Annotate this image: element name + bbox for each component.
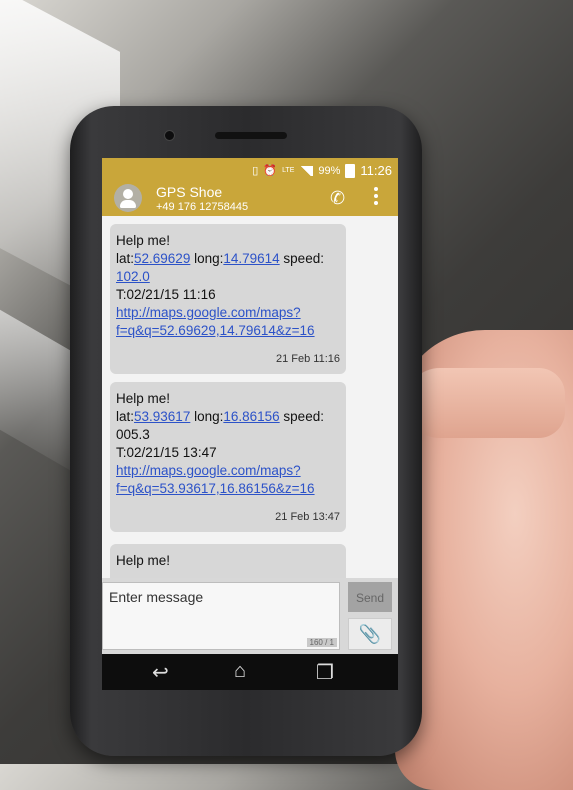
contact-avatar-icon[interactable]: [114, 184, 142, 212]
signal-icon: [299, 165, 314, 176]
character-counter: 160 / 1: [306, 638, 337, 647]
message-input[interactable]: Enter message 160 / 1: [102, 582, 340, 650]
longitude-link[interactable]: 14.79614: [223, 251, 279, 266]
message-timestamp: 21 Feb 13:47: [275, 511, 340, 523]
sim-icon: ▯: [252, 165, 259, 177]
contact-name: GPS Shoe: [156, 184, 223, 200]
status-time: 11:26: [360, 163, 392, 178]
earpiece-speaker: [215, 132, 287, 139]
message-line: lat:52.69629 long:14.79614 speed:: [116, 251, 324, 266]
recent-apps-icon[interactable]: ❐: [316, 660, 334, 685]
message-bubble[interactable]: Help me!: [110, 544, 346, 578]
send-button[interactable]: Send: [348, 582, 392, 612]
phone-screen: ▯ ⏰ LTE 99% 11:26 GPS Shoe +49 176 12758…: [102, 158, 398, 654]
maps-link[interactable]: http://maps.google.com/maps?: [116, 305, 301, 320]
longitude-link[interactable]: 16.86156: [223, 409, 279, 424]
message-line: f=q&q=52.69629,14.79614&z=16: [116, 322, 340, 340]
latitude-link[interactable]: 52.69629: [134, 251, 190, 266]
message-line: Help me!: [116, 553, 171, 568]
phone-icon[interactable]: ✆: [330, 188, 345, 209]
speed-link[interactable]: 102.0: [116, 269, 150, 284]
latitude-link[interactable]: 53.93617: [134, 409, 190, 424]
message-bubble[interactable]: Help me! lat:53.93617 long:16.86156 spee…: [110, 382, 346, 532]
maps-link-cont[interactable]: f=q&q=53.93617,16.86156&z=16: [116, 481, 315, 496]
message-line: T:02/21/15 13:47: [116, 445, 217, 460]
message-line: http://maps.google.com/maps?: [116, 304, 340, 322]
alarm-icon: ⏰: [263, 165, 278, 177]
message-line: 005.3: [116, 427, 150, 442]
battery-percent: 99%: [318, 164, 341, 177]
message-line: f=q&q=53.93617,16.86156&z=16: [116, 480, 340, 498]
contact-number: +49 176 12758445: [156, 201, 249, 213]
message-line: 102.0: [116, 268, 340, 286]
background-light: [0, 309, 70, 471]
thumb: [405, 368, 565, 438]
message-bubble[interactable]: Help me! lat:52.69629 long:14.79614 spee…: [110, 224, 346, 374]
message-line: Help me!: [116, 391, 171, 406]
paperclip-icon[interactable]: 📎: [348, 618, 392, 650]
maps-link[interactable]: http://maps.google.com/maps?: [116, 463, 301, 478]
network-type: LTE: [282, 167, 295, 174]
conversation-header: GPS Shoe +49 176 12758445 ✆: [102, 182, 398, 216]
front-camera: [164, 130, 175, 141]
message-input-placeholder: Enter message: [109, 589, 204, 605]
composer-bar: Enter message 160 / 1 Send 📎: [102, 578, 398, 654]
message-list[interactable]: Help me! lat:52.69629 long:14.79614 spee…: [102, 216, 398, 578]
message-line: T:02/21/15 11:16: [116, 287, 216, 302]
message-line: lat:53.93617 long:16.86156 speed:: [116, 409, 324, 424]
home-icon[interactable]: ⌂: [234, 660, 246, 683]
navigation-bar: ↩ ⌂ ❐: [102, 654, 398, 690]
message-line: Help me!: [116, 233, 171, 248]
overflow-menu-icon[interactable]: [374, 187, 378, 208]
message-line: http://maps.google.com/maps?: [116, 462, 340, 480]
back-icon[interactable]: ↩: [152, 660, 169, 685]
message-timestamp: 21 Feb 11:16: [275, 353, 340, 365]
maps-link-cont[interactable]: f=q&q=52.69629,14.79614&z=16: [116, 323, 315, 338]
status-bar: ▯ ⏰ LTE 99% 11:26: [102, 158, 398, 182]
battery-icon: [345, 163, 356, 178]
